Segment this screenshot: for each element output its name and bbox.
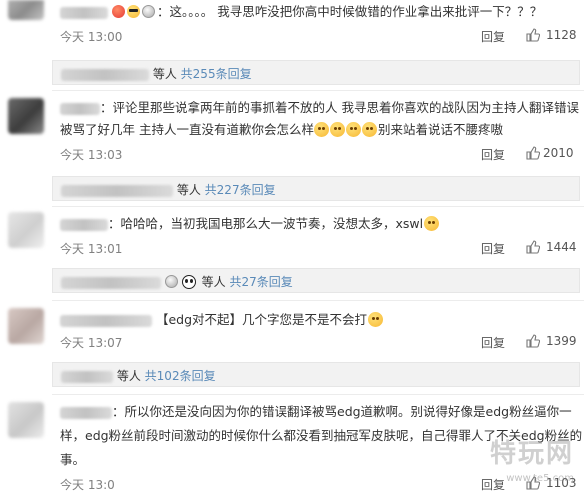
reply-prefix: 等人 — [116, 369, 141, 383]
thumbs-up-icon[interactable] — [526, 28, 540, 42]
thumbs-up-icon[interactable] — [526, 334, 540, 348]
view-replies-link[interactable]: 共227条回复 — [205, 183, 276, 197]
thumbs-up-icon[interactable] — [526, 146, 540, 160]
reply-thread-summary: 等人 共102条回复 — [52, 362, 580, 387]
like-count: 2010 — [543, 146, 574, 160]
thumbs-up-icon[interactable] — [526, 240, 540, 254]
site-watermark-url: www.te5.com — [506, 473, 574, 484]
comment-time: 今天 13:07 — [60, 336, 123, 350]
view-replies-link[interactable]: 共255条回复 — [181, 67, 252, 81]
reply-thread-summary: 等人 共255条回复 — [52, 60, 580, 85]
avatar[interactable] — [8, 212, 44, 248]
username[interactable] — [60, 102, 100, 115]
like-count: 1128 — [546, 28, 577, 42]
username[interactable] — [61, 184, 173, 197]
laughing-face-emoji — [330, 122, 346, 137]
medal-icon — [141, 5, 155, 18]
username[interactable] — [61, 68, 149, 81]
laughing-face-emoji — [314, 122, 330, 137]
reply-button[interactable]: 回复 — [481, 146, 505, 163]
avatar[interactable] — [8, 98, 44, 134]
reply-button[interactable]: 回复 — [481, 28, 505, 45]
avatar[interactable] — [8, 0, 44, 20]
fan-badge-icon — [111, 5, 125, 18]
site-watermark-logo: 特玩网 — [489, 439, 574, 469]
comment-time: 今天 13:03 — [60, 148, 123, 162]
like-count: 1399 — [546, 334, 577, 348]
reply-thread-summary: 等人 共227条回复 — [52, 176, 580, 201]
reply-prefix: 等人 — [176, 183, 201, 197]
reply-button[interactable]: 回复 — [481, 334, 505, 351]
username[interactable] — [60, 406, 112, 419]
laughing-face-emoji — [362, 122, 378, 137]
avatar[interactable] — [8, 308, 44, 344]
sunglasses-emoji — [126, 5, 140, 18]
medal-icon — [164, 275, 178, 288]
username[interactable] — [60, 314, 152, 327]
thinking-face-emoji — [367, 312, 383, 327]
like-count: 1444 — [546, 240, 577, 254]
panda-icon — [181, 275, 196, 289]
reply-prefix: 等人 — [152, 67, 177, 81]
comment-text: ：所以你还是没向因为你的错误翻译被骂edg道歉啊。别说得好像是edg粉丝逼你一 — [60, 402, 572, 422]
username[interactable] — [61, 276, 161, 289]
comment-text: ：哈哈哈，当初我国电那么大一波节奏，没想太多，xswl — [60, 214, 439, 234]
comment-text: ：评论里那些说拿两年前的事抓着不放的人 我寻思着你喜欢的战队因为主持人翻译错误 — [60, 98, 579, 118]
laughing-face-emoji — [346, 122, 362, 137]
username[interactable] — [60, 218, 108, 231]
reply-button[interactable]: 回复 — [481, 476, 505, 493]
reply-thread-summary: 等人 共27条回复 — [52, 268, 580, 293]
reply-button[interactable]: 回复 — [481, 240, 505, 257]
divider — [52, 300, 584, 301]
comment-text: 事。 — [60, 452, 86, 467]
username[interactable] — [60, 6, 108, 19]
reply-prefix: 等人 — [201, 275, 226, 289]
divider — [52, 90, 584, 91]
laughing-face-emoji — [423, 216, 439, 231]
avatar[interactable] — [8, 402, 44, 438]
comment-time: 今天 13:00 — [60, 30, 123, 44]
comment-text: 被骂了好几年 主持人一直没有道歉你会怎么样 别来站着说话不腰疼嗷 — [60, 122, 503, 137]
comment-time: 今天 13:0 — [60, 478, 115, 492]
username[interactable] — [61, 370, 113, 383]
comment-time: 今天 13:01 — [60, 242, 123, 256]
view-replies-link[interactable]: 共102条回复 — [145, 369, 216, 383]
comment-text: 【edg对不起】几个字您是不是不会打 — [60, 310, 383, 330]
view-replies-link[interactable]: 共27条回复 — [230, 275, 293, 289]
divider — [52, 206, 584, 207]
divider — [52, 394, 584, 395]
comment-text: ：这。。。。 我寻思咋没把你高中时候做错的作业拿出来批评一下？？？ — [60, 2, 542, 22]
